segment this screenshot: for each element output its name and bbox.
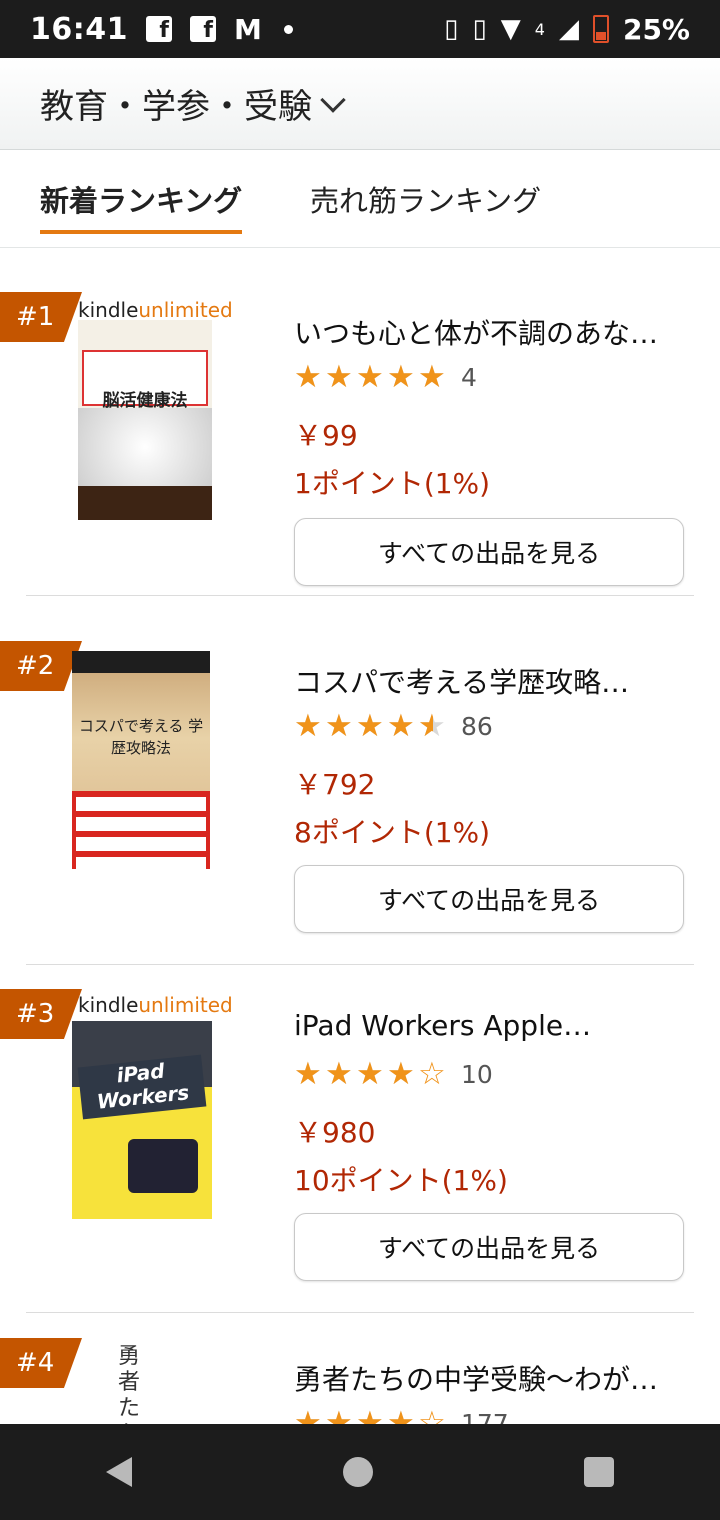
star-icon (418, 362, 448, 392)
navigation-bar (0, 1424, 720, 1520)
category-selector[interactable]: 教育・学参・受験 (0, 58, 720, 150)
star-icon (294, 1408, 324, 1424)
rank-badge: #4 (0, 1338, 82, 1388)
home-icon[interactable] (342, 1457, 373, 1487)
cover-title: 脳活健康法 (102, 391, 188, 411)
book-cover[interactable]: コスパで考える 学歴攻略法 (72, 651, 210, 869)
product-title[interactable]: コスパで考える学歴攻略… (294, 661, 694, 701)
back-icon[interactable] (105, 1457, 132, 1487)
price: ￥792 (294, 768, 376, 801)
star-icon (387, 1408, 417, 1424)
price: ￥99 (294, 419, 358, 452)
review-count: 4 (461, 362, 477, 392)
ranking-tabs: 新着ランキング 売れ筋ランキング (0, 150, 720, 248)
see-all-offers-button[interactable]: すべての出品を見る (294, 865, 684, 933)
rank-badge: #1 (0, 292, 82, 342)
signal-icon: ◢ (558, 14, 579, 44)
price: ￥980 (294, 1116, 376, 1149)
brain-image (78, 408, 212, 486)
cover-title: 勇者たちの (118, 1344, 141, 1424)
star-icon (356, 362, 386, 392)
star-icon (294, 711, 324, 741)
star-rating[interactable]: 86 (294, 711, 493, 741)
rank-badge: #3 (0, 989, 82, 1039)
battery-percent: 25% (622, 12, 690, 46)
star-icon (294, 1059, 324, 1089)
star-icon (356, 1059, 386, 1089)
review-count: 86 (461, 711, 493, 741)
divider (26, 595, 694, 596)
star-empty-icon (418, 1059, 448, 1089)
status-bar: 16:41 f f M ▯ ▯ ▼ 4 ◢ 25% (0, 0, 720, 58)
star-icon (325, 711, 355, 741)
star-icon (387, 1059, 417, 1089)
status-time: 16:41 (30, 11, 128, 47)
star-rating[interactable]: 4 (294, 362, 477, 392)
network-type: 4 (534, 19, 545, 39)
star-empty-icon (418, 1408, 448, 1424)
star-icon (325, 1408, 355, 1424)
vibrate-icon: ▯ (472, 14, 487, 44)
star-icon (294, 362, 324, 392)
wifi-icon: ▼ (500, 14, 521, 44)
review-count: 177 (461, 1408, 509, 1425)
book-cover[interactable]: iPad Workers (72, 1021, 212, 1219)
product-title[interactable]: 勇者たちの中学受験〜わが… (294, 1358, 694, 1398)
points: 1ポイント(1%) (294, 467, 491, 500)
kindle-unlimited-logo: kindleunlimited (78, 993, 233, 1017)
list-item[interactable]: #3 kindleunlimited iPad Workers iPad Wor… (0, 965, 720, 1313)
see-all-offers-button[interactable]: すべての出品を見る (294, 518, 684, 586)
kindle-unlimited-logo: kindleunlimited (78, 298, 233, 322)
star-icon (325, 1059, 355, 1089)
facebook-icon: f (190, 16, 216, 42)
list-item[interactable]: #1 脳活健康法 kindleunlimited いつも心と体が不調のあな… 4… (0, 248, 720, 596)
product-title[interactable]: いつも心と体が不調のあな… (294, 312, 694, 352)
star-icon (356, 1408, 386, 1424)
divider (26, 1312, 694, 1313)
more-notifications-icon (283, 24, 293, 34)
star-icon (387, 362, 417, 392)
points: 8ポイント(1%) (294, 816, 491, 849)
product-title[interactable]: iPad Workers Apple… (294, 1009, 694, 1042)
rank-badge: #2 (0, 641, 82, 691)
chevron-down-icon (320, 86, 346, 113)
nfc-icon: ▯ (444, 14, 459, 44)
book-cover[interactable]: 脳活健康法 (78, 320, 212, 520)
category-label: 教育・学参・受験 (40, 87, 312, 127)
recent-apps-icon[interactable] (584, 1457, 615, 1487)
star-half-icon (418, 711, 448, 741)
list-item[interactable]: #4 勇者たちの 勇者たちの中学受験〜わが… 177 (0, 1314, 720, 1424)
cover-title: コスパで考える 学歴攻略法 (78, 717, 204, 757)
book-cover[interactable]: 勇者たちの (80, 1344, 210, 1424)
facebook-icon: f (146, 16, 172, 42)
gmail-icon: M (234, 12, 262, 46)
star-icon (356, 711, 386, 741)
points: 10ポイント(1%) (294, 1164, 508, 1197)
see-all-offers-button[interactable]: すべての出品を見る (294, 1213, 684, 1281)
list-item[interactable]: #2 コスパで考える 学歴攻略法 コスパで考える学歴攻略… 86 ￥792 8ポ… (0, 617, 720, 965)
star-rating[interactable]: 177 (294, 1408, 509, 1424)
tab-best-sellers[interactable]: 売れ筋ランキング (310, 178, 541, 220)
star-icon (325, 362, 355, 392)
star-rating[interactable]: 10 (294, 1059, 493, 1089)
star-icon (387, 711, 417, 741)
review-count: 10 (461, 1059, 493, 1089)
tab-new-releases[interactable]: 新着ランキング (40, 178, 243, 234)
battery-icon (592, 15, 609, 43)
ipad-image (128, 1139, 198, 1193)
